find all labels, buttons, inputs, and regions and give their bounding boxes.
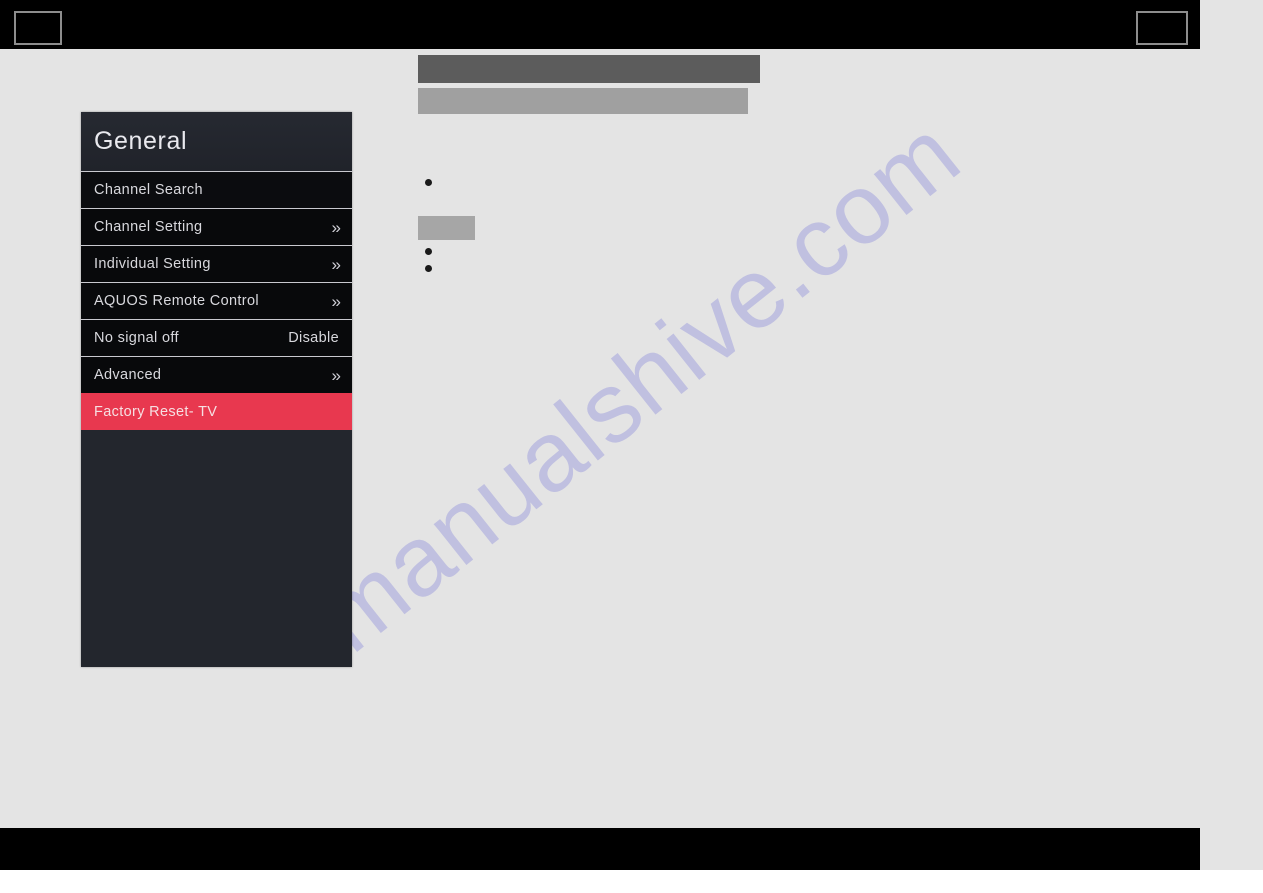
redacted-subheading-bar [418,88,748,114]
chevron-right-icon: » [331,291,342,311]
top-header-band [0,0,1200,49]
menu-empty-area [81,430,352,644]
list-item-bullet [425,248,432,255]
menu-item-label: Individual Setting [94,256,211,272]
redacted-inline-bar [418,216,475,240]
menu-item-individual-setting[interactable]: Individual Setting » [81,245,352,282]
chevron-right-icon: » [331,254,342,274]
menu-item-aquos-remote-control[interactable]: AQUOS Remote Control » [81,282,352,319]
menu-item-factory-reset-tv[interactable]: Factory Reset- TV [81,393,352,430]
bottom-footer-band [0,828,1200,870]
menu-item-label: AQUOS Remote Control [94,293,259,309]
chevron-right-icon: » [331,217,342,237]
menu-list: Channel Search Channel Setting » Individ… [81,171,352,644]
tv-settings-menu-panel: General Channel Search Channel Setting »… [81,112,352,667]
menu-item-label: Factory Reset- TV [94,404,218,420]
menu-item-label: Channel Search [94,182,203,198]
menu-item-label: No signal off [94,330,179,346]
page-canvas: manualshive.com General Channel Search C… [0,0,1263,870]
redacted-heading-bar [418,55,760,83]
menu-item-channel-search[interactable]: Channel Search [81,171,352,208]
menu-item-advanced[interactable]: Advanced » [81,356,352,393]
menu-item-label: Advanced [94,367,162,383]
menu-item-no-signal-off[interactable]: No signal off Disable [81,319,352,356]
header-left-box[interactable] [14,11,62,45]
list-item-bullet [425,179,432,186]
list-item-bullet [425,265,432,272]
menu-item-label: Channel Setting [94,219,203,235]
menu-title: General [81,112,352,171]
menu-item-value: Disable [288,330,339,346]
menu-item-channel-setting[interactable]: Channel Setting » [81,208,352,245]
header-right-box[interactable] [1136,11,1188,45]
watermark-text: manualshive.com [295,96,980,673]
chevron-right-icon: » [331,365,342,385]
